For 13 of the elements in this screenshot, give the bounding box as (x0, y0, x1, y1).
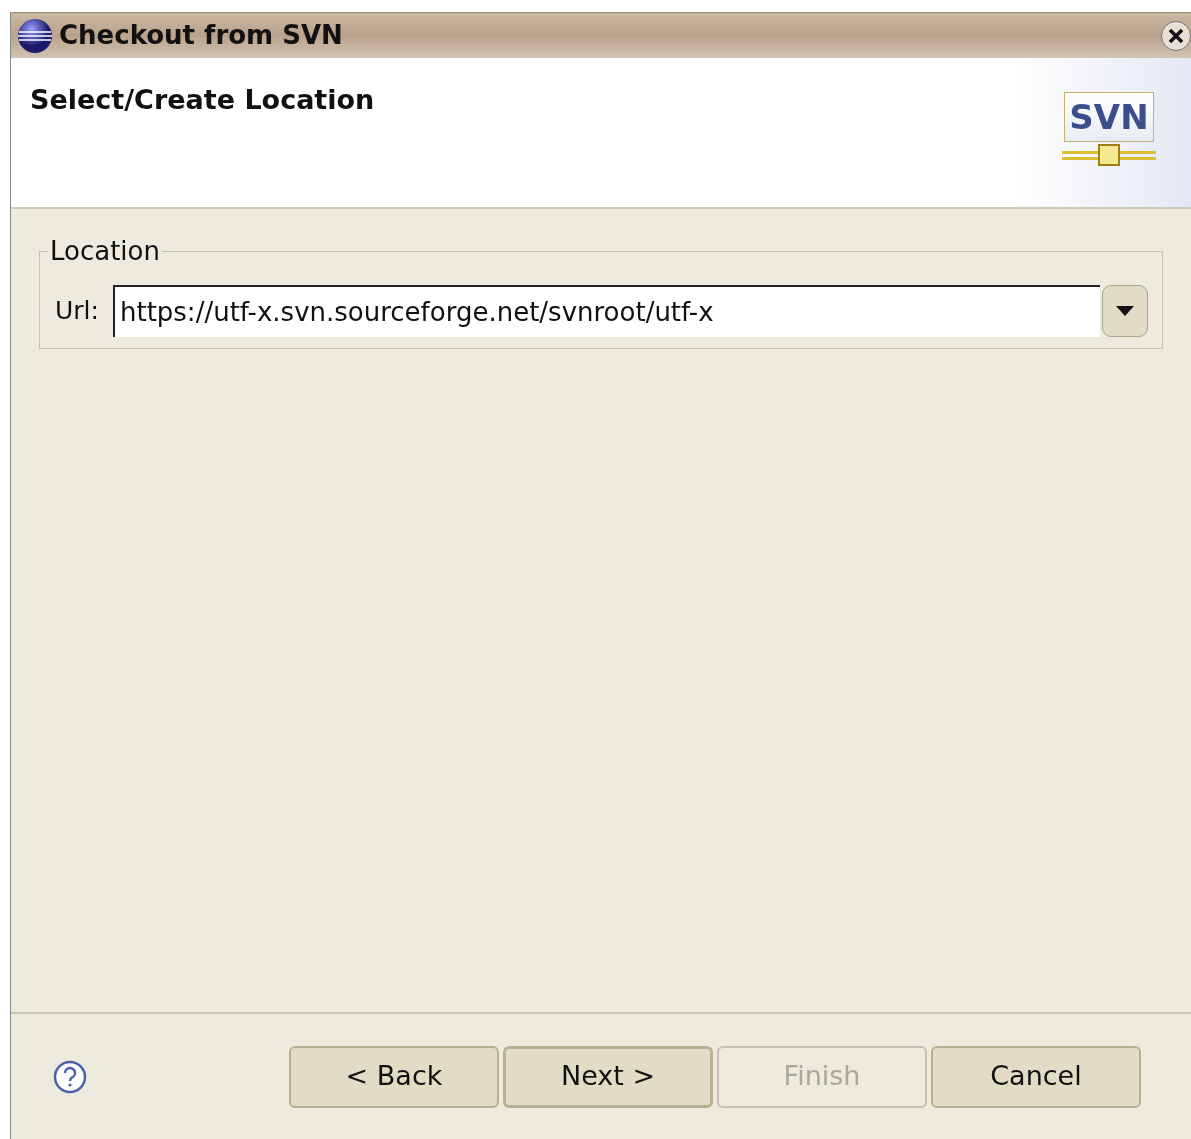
window-title: Checkout from SVN (59, 19, 343, 52)
wizard-button[interactable]: < Back (289, 1045, 499, 1108)
wizard-button[interactable]: Next > (503, 1045, 713, 1108)
wizard-button[interactable]: Cancel (931, 1045, 1141, 1108)
url-label: Url: (55, 295, 99, 328)
help-icon[interactable] (53, 1059, 87, 1094)
close-icon (1168, 27, 1184, 44)
url-combo-field[interactable]: https://utf-x.svn.sourceforge.net/svnroot/utf-x (112, 285, 1100, 337)
close-button[interactable] (1161, 20, 1191, 51)
caret-icon (1116, 306, 1134, 316)
page-title: Select/Create Location (30, 83, 375, 116)
app-globe-icon (17, 17, 53, 54)
dropdown-button[interactable] (1102, 285, 1148, 337)
